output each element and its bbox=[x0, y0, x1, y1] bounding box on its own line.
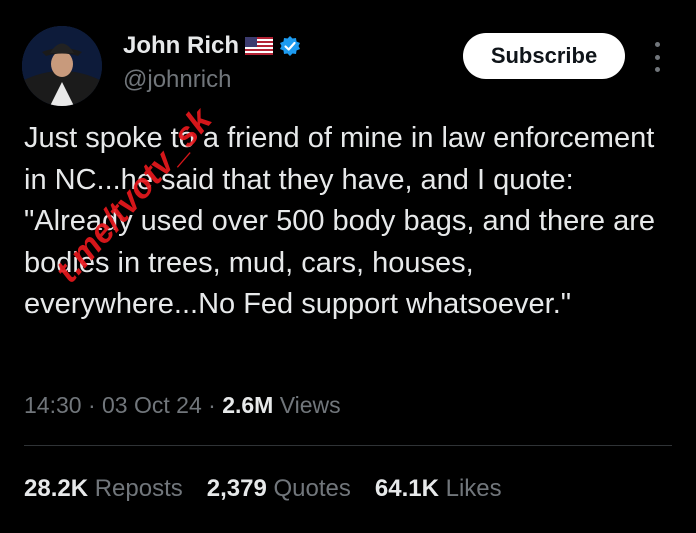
avatar-image bbox=[22, 26, 102, 106]
quotes-count: 2,379 bbox=[206, 475, 267, 502]
likes-stat[interactable]: 64.1K Likes bbox=[375, 475, 502, 503]
quotes-stat[interactable]: 2,379 Quotes bbox=[207, 475, 351, 503]
tweet-date[interactable]: 03 Oct 24 bbox=[102, 392, 202, 418]
reposts-label: Reposts bbox=[94, 475, 183, 502]
likes-label: Likes bbox=[445, 475, 502, 502]
more-dot bbox=[654, 54, 660, 60]
views-count[interactable]: 2.6M bbox=[222, 392, 273, 418]
tweet-time[interactable]: 14:30 bbox=[24, 392, 82, 418]
likes-count: 64.1K bbox=[374, 475, 439, 502]
meta-separator: · bbox=[87, 392, 96, 418]
reposts-stat[interactable]: 28.2K Reposts bbox=[24, 475, 183, 503]
tweet-card: John Rich @johnrich Subscribe Just spoke… bbox=[0, 0, 696, 533]
views-label: Views bbox=[279, 392, 341, 418]
divider bbox=[24, 445, 672, 446]
more-vertical-icon[interactable] bbox=[649, 42, 665, 72]
more-dot bbox=[654, 67, 660, 72]
us-flag-icon bbox=[245, 37, 274, 55]
tweet-text: Just spoke to a friend of mine in law en… bbox=[24, 122, 655, 320]
more-dot bbox=[654, 42, 660, 47]
author-handle[interactable]: @johnrich bbox=[123, 66, 231, 94]
verified-badge-icon bbox=[280, 36, 301, 56]
reposts-count: 28.2K bbox=[24, 475, 89, 502]
subscribe-button[interactable]: Subscribe bbox=[463, 33, 625, 79]
author-name-row: John Rich bbox=[123, 32, 301, 60]
tweet-meta: 14:30 · 03 Oct 24 · 2.6M Views bbox=[24, 392, 341, 419]
author-display-name[interactable]: John Rich bbox=[123, 32, 239, 60]
quotes-label: Quotes bbox=[273, 475, 351, 502]
meta-separator: · bbox=[208, 392, 216, 418]
avatar[interactable] bbox=[22, 26, 102, 106]
engagement-stats: 28.2K Reposts 2,379 Quotes 64.1K Likes bbox=[24, 475, 502, 503]
